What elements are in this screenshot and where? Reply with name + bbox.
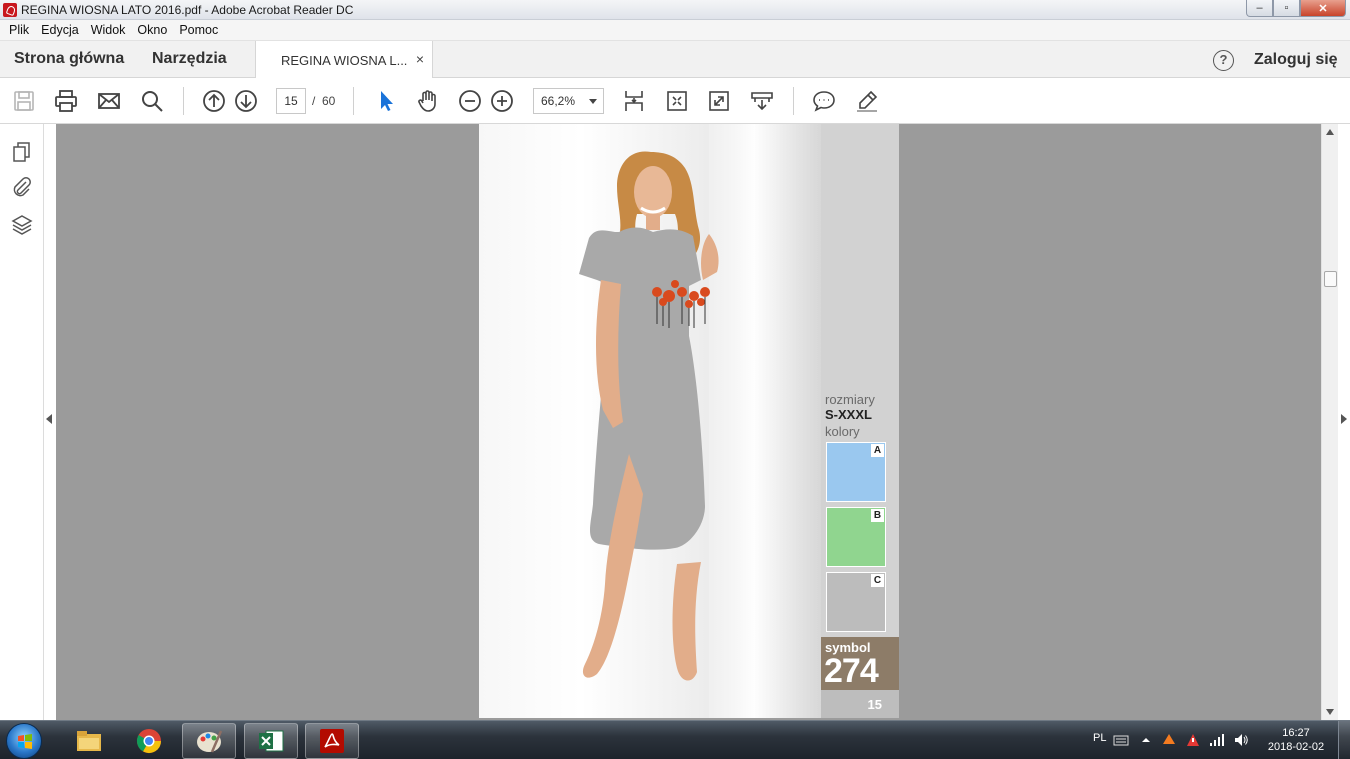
navigation-pane <box>0 124 44 720</box>
action-center-icon[interactable] <box>1185 732 1201 748</box>
catalog-page-number: 15 <box>821 690 899 718</box>
keyboard-icon[interactable] <box>1113 732 1129 748</box>
menu-file[interactable]: Plik <box>3 23 35 37</box>
next-page-icon[interactable] <box>234 89 258 113</box>
select-cursor-icon[interactable] <box>374 89 398 113</box>
previous-page-icon[interactable] <box>202 89 226 113</box>
tab-home[interactable]: Strona główna <box>14 50 124 68</box>
volume-icon[interactable] <box>1233 732 1249 748</box>
window-title: REGINA WIOSNA LATO 2016.pdf - Adobe Acro… <box>21 3 354 17</box>
fit-page-icon[interactable] <box>665 89 689 113</box>
toolbar: 15 / 60 66,2% <box>0 78 1350 124</box>
show-desktop-button[interactable] <box>1338 721 1350 759</box>
comment-icon[interactable] <box>812 89 836 113</box>
menu-edit[interactable]: Edycja <box>35 23 85 37</box>
menu-view[interactable]: Widok <box>85 23 132 37</box>
swatch-letter: A <box>871 444 884 457</box>
zoom-in-icon[interactable] <box>490 89 514 113</box>
search-icon[interactable] <box>140 89 164 113</box>
collapse-left-pane-icon[interactable] <box>46 414 52 424</box>
color-swatch-c: C <box>826 572 886 632</box>
color-swatch-a: A <box>826 442 886 502</box>
chevron-down-icon <box>589 99 597 104</box>
page-number-text: 15 <box>867 697 882 712</box>
highlight-icon[interactable] <box>855 89 879 113</box>
scroll-down-icon[interactable] <box>1326 709 1334 715</box>
window-controls: ‒ ▫ ✕ <box>1246 0 1346 18</box>
windows-explorer-icon[interactable] <box>62 723 116 759</box>
zoom-out-icon[interactable] <box>458 89 482 113</box>
symbol-box: symbol 274 <box>821 637 899 690</box>
swatch-letter: C <box>871 574 884 587</box>
page-thumbnails-icon[interactable] <box>11 141 33 163</box>
maximize-button[interactable]: ▫ <box>1273 0 1300 17</box>
avast-icon[interactable] <box>1161 732 1177 748</box>
clock-time: 16:27 <box>1282 727 1310 739</box>
scroll-mode-icon[interactable] <box>622 89 646 113</box>
tab-document[interactable]: REGINA WIOSNA L... × <box>255 41 433 79</box>
scroll-thumb[interactable] <box>1324 271 1337 287</box>
menu-bar: Plik Edycja Widok Okno Pomoc <box>0 20 1350 41</box>
close-tab-icon[interactable]: × <box>416 51 424 67</box>
clock-date: 2018-02-02 <box>1267 741 1325 753</box>
tab-bar: Strona główna Narzędzia REGINA WIOSNA L.… <box>0 41 1350 79</box>
minimize-button[interactable]: ‒ <box>1246 0 1273 17</box>
full-screen-icon[interactable] <box>707 89 731 113</box>
layers-icon[interactable] <box>11 214 33 236</box>
sizes-value: S-XXXL <box>825 407 872 422</box>
scroll-up-icon[interactable] <box>1326 129 1334 135</box>
network-signal-icon[interactable] <box>1209 732 1225 748</box>
hand-tool-icon[interactable] <box>416 89 440 113</box>
color-swatch-b: B <box>826 507 886 567</box>
swatch-letter: B <box>871 509 884 522</box>
document-tab-label: REGINA WIOSNA L... <box>281 53 408 68</box>
page-number-input[interactable]: 15 <box>276 88 306 114</box>
save-icon[interactable] <box>12 89 36 113</box>
start-button[interactable] <box>6 723 42 759</box>
zoom-select[interactable]: 66,2% <box>533 88 604 114</box>
read-mode-icon[interactable] <box>750 89 774 113</box>
total-pages: 60 <box>322 94 336 108</box>
title-bar: REGINA WIOSNA LATO 2016.pdf - Adobe Acro… <box>0 0 1350 20</box>
document-view[interactable]: rozmiary S-XXXL kolory A B C symbol 274 … <box>56 124 1321 720</box>
chrome-icon[interactable] <box>122 723 176 759</box>
email-icon[interactable] <box>97 89 121 113</box>
windows-logo-icon <box>18 734 32 749</box>
vertical-scrollbar[interactable] <box>1321 124 1338 720</box>
zoom-value: 66,2% <box>541 94 576 108</box>
symbol-number: 274 <box>824 652 879 690</box>
show-hidden-icons-icon[interactable] <box>1138 732 1154 748</box>
language-indicator[interactable]: PL <box>1093 732 1106 759</box>
menu-help[interactable]: Pomoc <box>173 23 224 37</box>
colors-label: kolory <box>825 424 860 439</box>
menu-window[interactable]: Okno <box>131 23 173 37</box>
system-clock[interactable]: 16:27 2018-02-02 <box>1262 726 1330 754</box>
print-icon[interactable] <box>54 89 78 113</box>
close-window-button[interactable]: ✕ <box>1300 0 1346 17</box>
product-info-panel: rozmiary S-XXXL kolory A B C symbol 274 … <box>821 124 899 718</box>
acrobat-reader-icon[interactable] <box>305 723 359 759</box>
excel-icon[interactable] <box>244 723 298 759</box>
model-in-nightgown-image <box>579 151 719 681</box>
paint-icon[interactable] <box>182 723 236 759</box>
taskbar: PL 16:27 2018-02-02 <box>0 720 1350 759</box>
tab-tools[interactable]: Narzędzia <box>152 50 227 68</box>
page-separator: / <box>312 94 316 108</box>
acrobat-app-icon <box>3 3 17 17</box>
expand-right-pane-icon[interactable] <box>1341 414 1347 424</box>
attachments-icon[interactable] <box>11 176 33 198</box>
pdf-page: rozmiary S-XXXL kolory A B C symbol 274 … <box>479 124 899 718</box>
help-icon[interactable]: ? <box>1213 50 1234 71</box>
sizes-label: rozmiary <box>825 392 875 407</box>
sign-in-link[interactable]: Zaloguj się <box>1254 51 1338 69</box>
